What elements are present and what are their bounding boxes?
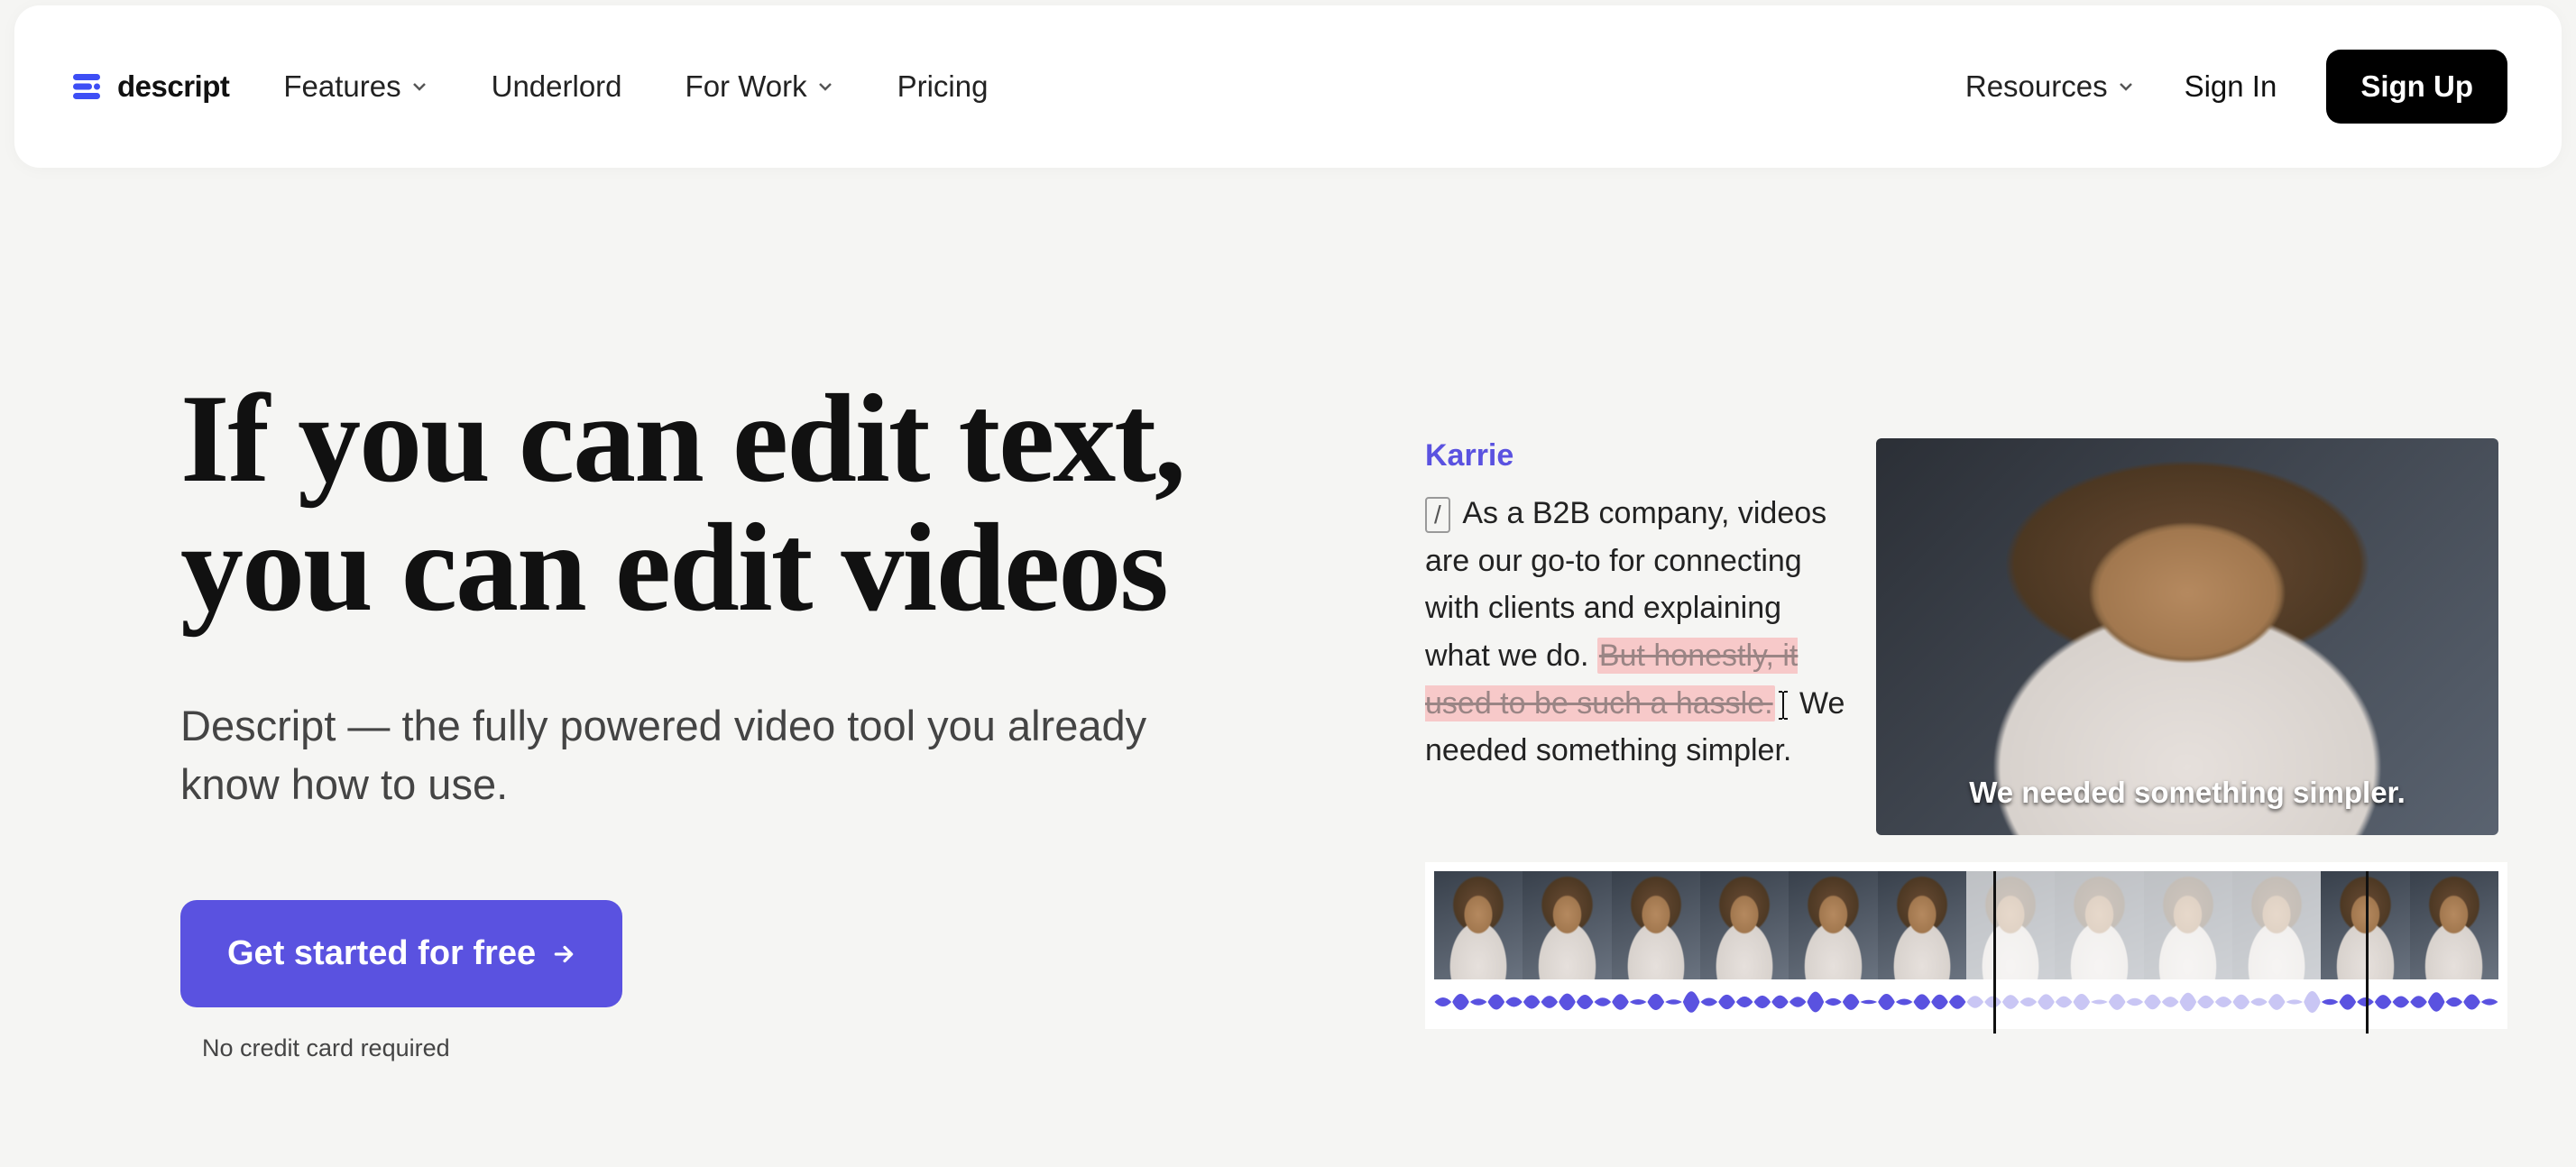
chevron-down-icon [816,78,834,96]
nav-item-label: For Work [685,69,807,104]
nav-right: Resources Sign In Sign Up [1965,50,2507,124]
sign-in-link[interactable]: Sign In [2185,69,2277,104]
cta-label: Get started for free [227,934,536,973]
text-cursor-icon [1775,688,1791,719]
video-preview[interactable]: We needed something simpler. [1876,438,2498,835]
chevron-down-icon [2117,78,2135,96]
speaker-name: Karrie [1425,438,1849,473]
cta-disclaimer: No credit card required [180,1034,450,1062]
brand-logo[interactable]: descript [69,69,229,105]
hero-right: Karrie / As a B2B company, videos are ou… [1425,438,2507,1062]
brand-name: descript [117,69,229,104]
timeline-thumbnail[interactable] [1523,871,1611,979]
timeline-thumbnail[interactable] [1789,871,1877,979]
transcript-text: / As a B2B company, videos are our go-to… [1425,490,1849,775]
transcript-panel: Karrie / As a B2B company, videos are ou… [1425,438,1876,775]
timeline-thumbnail[interactable] [1878,871,1966,979]
nav-item-label: Pricing [897,69,989,104]
timeline-playhead[interactable] [1993,871,1996,1034]
nav-features[interactable]: Features [283,69,428,104]
timeline-thumbnail[interactable] [2410,871,2498,979]
nav-item-label: Resources [1965,69,2108,104]
timeline-waveform[interactable] [1434,979,2498,1025]
get-started-button[interactable]: Get started for free [180,900,622,1007]
video-caption: We needed something simpler. [1876,776,2498,810]
brand-logo-icon [69,69,105,105]
nav-pricing[interactable]: Pricing [897,69,989,104]
nav-item-label: Underlord [492,69,622,104]
headline-line1: If you can edit text, [180,369,1184,509]
headline-line2: you can edit videos [180,498,1167,638]
timeline-thumbnail[interactable] [1434,871,1523,979]
sign-up-button[interactable]: Sign Up [2326,50,2507,124]
timeline-thumbnails[interactable] [1434,871,2498,979]
top-nav: descript Features Underlord For Work Pri… [14,5,2562,168]
arrow-right-icon [552,942,575,966]
timeline-playhead[interactable] [2366,871,2369,1034]
hero-headline: If you can edit text, you can edit video… [180,375,1371,633]
hero-section: If you can edit text, you can edit video… [0,168,2576,1062]
nav-resources[interactable]: Resources [1965,69,2135,104]
cta-row: Get started for free No credit card requ… [180,900,1371,1062]
nav-underlord[interactable]: Underlord [492,69,622,104]
timeline-thumbnail[interactable] [2232,871,2321,979]
nav-for-work[interactable]: For Work [685,69,834,104]
nav-item-label: Features [283,69,400,104]
timeline-thumbnail[interactable] [1966,871,2055,979]
hero-subhead: Descript — the fully powered video tool … [180,696,1200,815]
hero-left: If you can edit text, you can edit video… [180,375,1371,1062]
timeline[interactable] [1425,862,2507,1029]
editor-preview: Karrie / As a B2B company, videos are ou… [1425,438,2507,835]
nav-links: Features Underlord For Work Pricing [283,69,988,104]
slash-command-icon: / [1425,497,1450,533]
timeline-thumbnail[interactable] [2055,871,2143,979]
timeline-thumbnail[interactable] [1612,871,1700,979]
timeline-thumbnail[interactable] [1700,871,1789,979]
chevron-down-icon [410,78,428,96]
timeline-thumbnail[interactable] [2144,871,2232,979]
